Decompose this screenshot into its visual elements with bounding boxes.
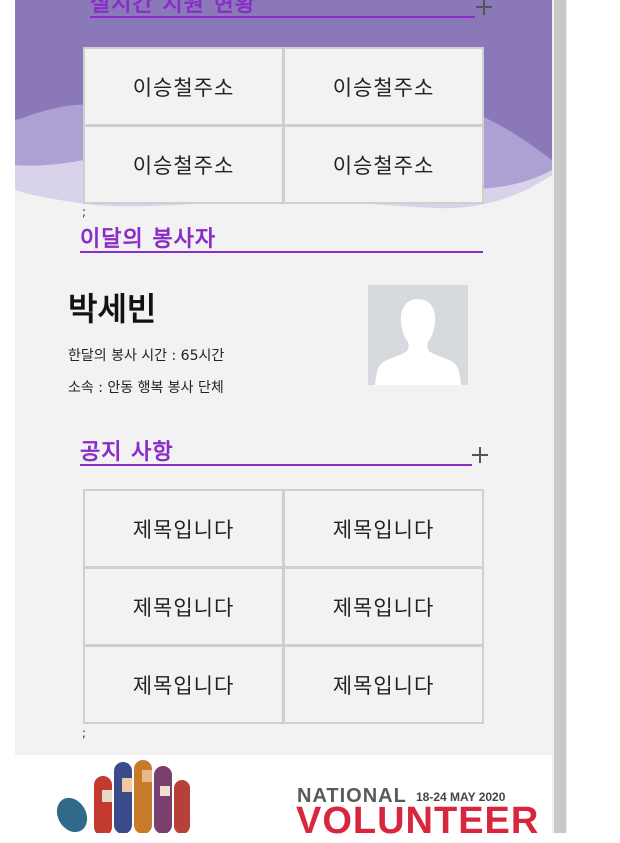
scrollbar-thumb[interactable] [554, 0, 566, 833]
realtime-item[interactable]: 이승철주소 [85, 127, 282, 202]
volunteer-avatar [368, 285, 468, 385]
realtime-more-plus-icon[interactable] [476, 0, 492, 15]
realtime-trailing-text: ; [82, 205, 87, 219]
notice-grid: 제목입니다 제목입니다 제목입니다 제목입니다 제목입니다 제목입니다 [83, 489, 484, 724]
banner-volunteer-text: VOLUNTEER [296, 800, 540, 842]
notice-item[interactable]: 제목입니다 [85, 491, 282, 566]
monthly-volunteer-title: 이달의 봉사자 [80, 227, 217, 252]
realtime-item[interactable]: 이승철주소 [285, 127, 482, 202]
realtime-section-title: 실시간 지원 현황 [90, 0, 256, 17]
notice-item[interactable]: 제목입니다 [285, 491, 482, 566]
monthly-volunteer-divider [80, 251, 483, 253]
notice-item[interactable]: 제목입니다 [85, 647, 282, 722]
person-silhouette-icon [368, 285, 468, 385]
realtime-item[interactable]: 이승철주소 [85, 49, 282, 124]
notice-item[interactable]: 제목입니다 [285, 647, 482, 722]
volunteer-name: 박세빈 [68, 290, 157, 328]
notice-section-title: 공지 사항 [80, 440, 174, 465]
realtime-item[interactable]: 이승철주소 [285, 49, 482, 124]
volunteer-organization: 소속 : 안동 행복 봉사 단체 [68, 380, 224, 396]
hand-collage-image [56, 760, 190, 833]
volunteer-hours: 한달의 봉사 시간 : 65시간 [68, 348, 225, 364]
notice-item[interactable]: 제목입니다 [285, 569, 482, 644]
notice-item[interactable]: 제목입니다 [85, 569, 282, 644]
notice-section-divider [80, 464, 472, 466]
realtime-section-divider [90, 16, 475, 18]
realtime-grid: 이승철주소 이승철주소 이승철주소 이승철주소 [83, 47, 484, 204]
notice-more-plus-icon[interactable] [472, 447, 488, 463]
notice-trailing-text: ; [82, 726, 87, 740]
